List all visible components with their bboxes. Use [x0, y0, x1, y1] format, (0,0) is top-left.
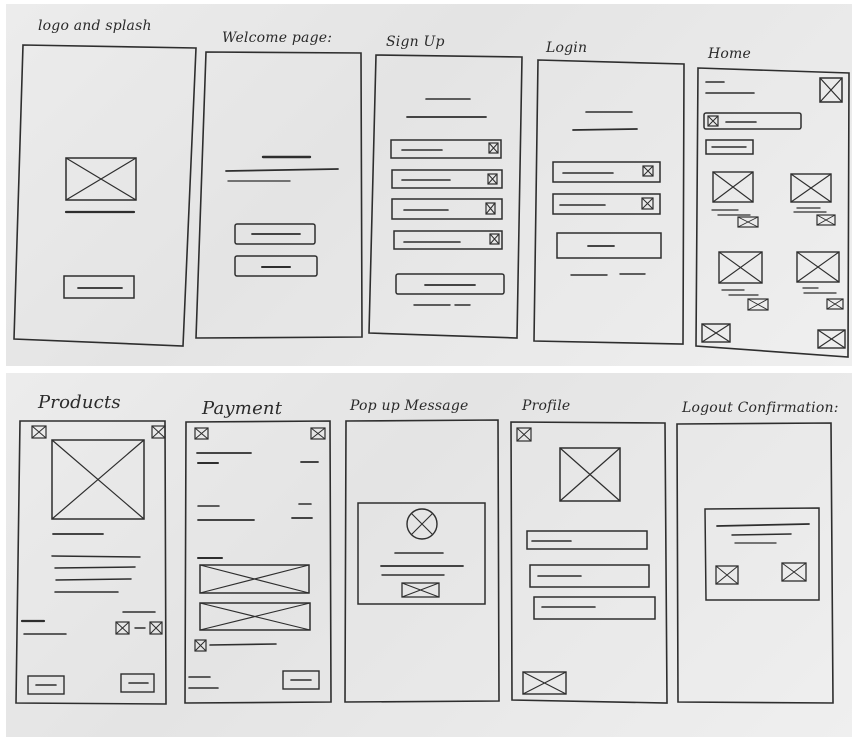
- frame-popup: [344, 419, 500, 703]
- frame-splash: [13, 44, 197, 347]
- wireframe-sketches: [13, 44, 850, 705]
- payment-card-1: [199, 564, 310, 594]
- payment-card-2: [199, 602, 311, 631]
- image-placeholder-icon: [65, 157, 137, 201]
- frame-products: [15, 420, 167, 705]
- signup-field-1: [390, 139, 502, 159]
- frame-welcome: [195, 51, 363, 339]
- frame-signup: [368, 54, 523, 339]
- frame-payment: [184, 420, 332, 704]
- frame-profile: [510, 421, 668, 704]
- login-field-1: [552, 161, 661, 183]
- login-field-2: [552, 193, 661, 215]
- signup-field-3: [391, 198, 503, 220]
- frame-login: [533, 59, 685, 345]
- frame-logout: [676, 422, 834, 704]
- frame-home: [695, 67, 850, 358]
- signup-field-2: [391, 169, 503, 189]
- signup-field-4: [393, 230, 503, 250]
